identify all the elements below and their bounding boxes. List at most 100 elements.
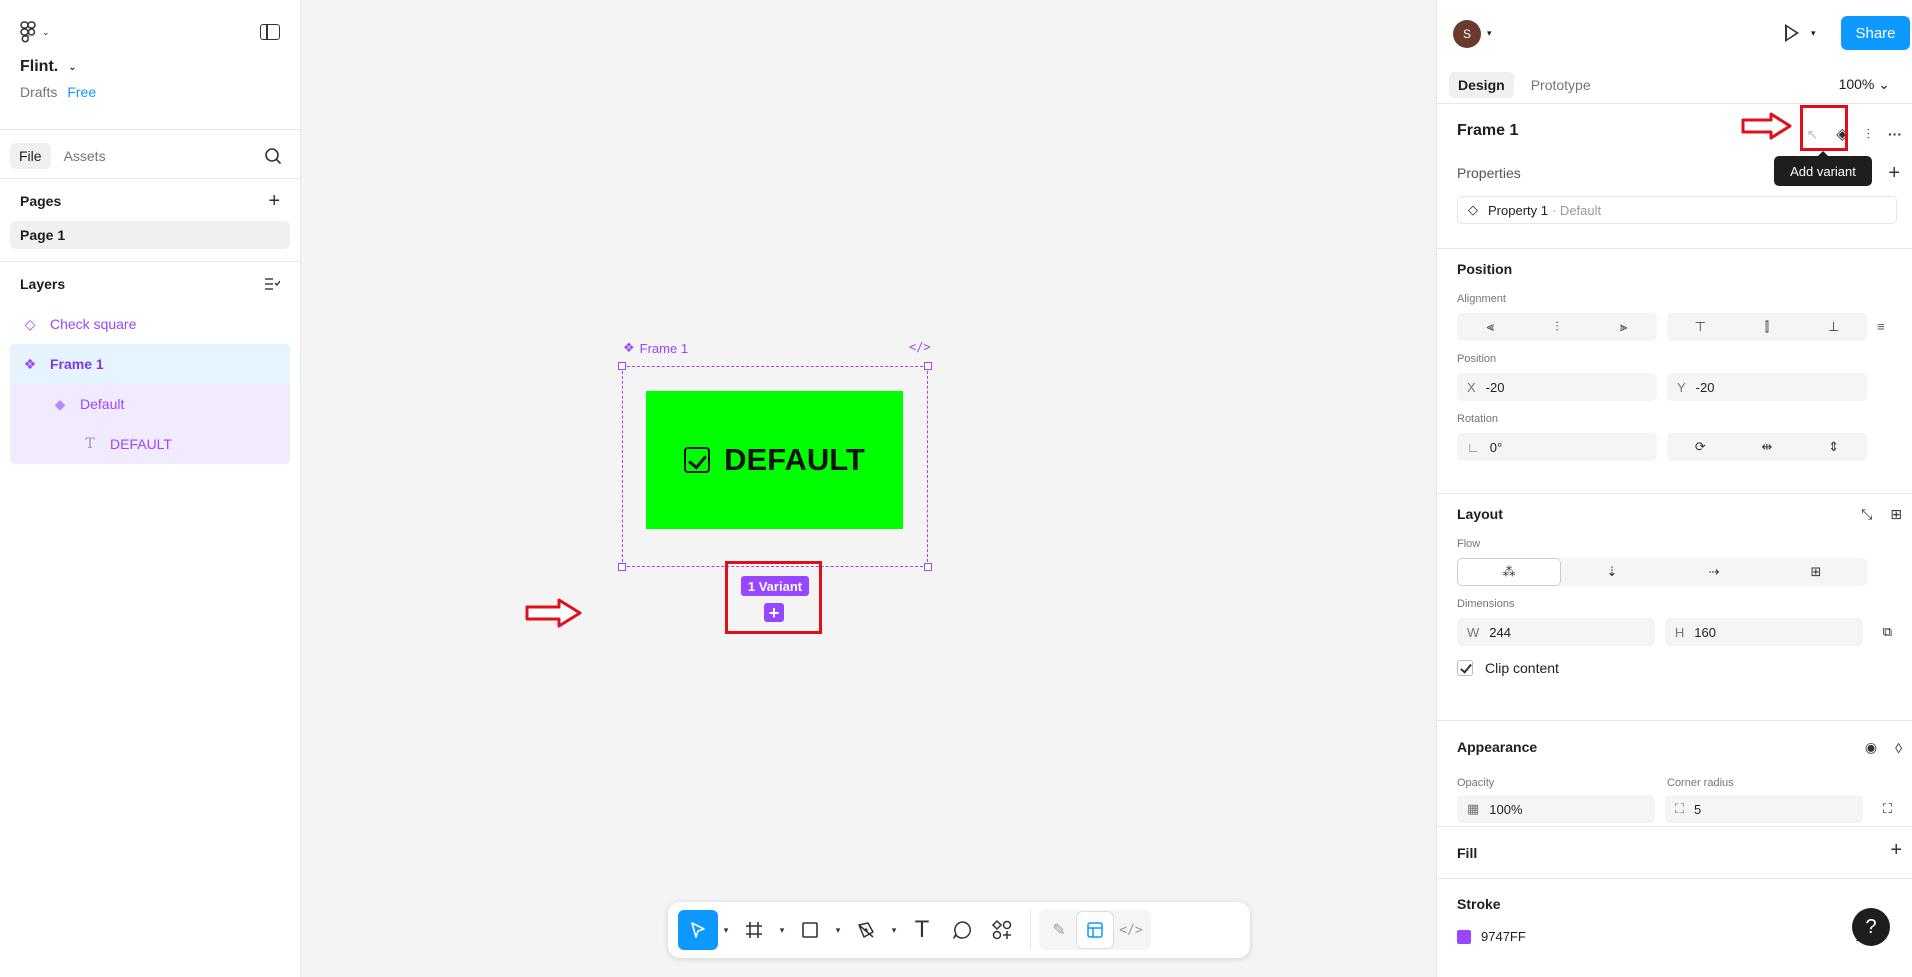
chevron-down-icon[interactable]: ▾ [886, 925, 902, 936]
rotate-icon[interactable]: ⟳ [1667, 433, 1734, 461]
flow-label: Flow [1457, 538, 1481, 550]
add-layout-icon[interactable]: ⊞ [1890, 506, 1902, 523]
dev-mode-icon[interactable]: </> [1113, 912, 1149, 948]
zoom-value: 100% [1838, 76, 1875, 92]
flip-vertical-icon[interactable]: ⇕ [1800, 433, 1867, 461]
play-icon[interactable] [1785, 24, 1799, 42]
divider [0, 261, 300, 262]
dimensions-row: W 244 H 160 ⧉ [1457, 618, 1892, 646]
property-row[interactable]: ◇ Property 1 · Default [1457, 196, 1897, 224]
horizontal-flow-icon[interactable]: ⇢ [1663, 558, 1765, 586]
chevron-down-icon[interactable]: ▾ [718, 925, 734, 936]
opacity-field[interactable]: ▦ 100% [1457, 795, 1655, 823]
pages-header: Pages + [0, 181, 300, 221]
more-icon[interactable]: ··· [1888, 126, 1902, 142]
search-icon[interactable] [264, 147, 282, 165]
stroke-section: Stroke 9747FF 100 [1437, 879, 1912, 944]
layer-check-square[interactable]: ◇ Check square [0, 304, 300, 344]
alignment-label: Alignment [1457, 293, 1506, 305]
clip-checkbox[interactable] [1457, 660, 1473, 676]
add-variant-button[interactable]: + [764, 603, 784, 622]
vertical-flow-icon[interactable]: ⇣ [1561, 558, 1663, 586]
align-left-icon[interactable]: ⫷ [1457, 313, 1524, 341]
adjust-icon[interactable]: ⫶ [1867, 126, 1871, 143]
tab-prototype[interactable]: Prototype [1522, 72, 1600, 98]
drafts-link[interactable]: Drafts [20, 84, 57, 100]
x-field[interactable]: X -20 [1457, 373, 1657, 401]
stroke-row[interactable]: 9747FF 100 [1457, 929, 1877, 944]
rotation-label: Rotation [1457, 413, 1498, 425]
chevron-down-icon[interactable]: ▾ [830, 925, 846, 936]
move-tool-icon[interactable] [678, 910, 718, 950]
canvas[interactable]: ❖ Frame 1 </> DEFAULT 1 Variant + ▾ ▾ ▾ [301, 0, 1436, 977]
chevron-down-icon[interactable]: ▾ [1487, 28, 1492, 39]
stroke-hex[interactable]: 9747FF [1481, 929, 1526, 944]
align-center-h-icon[interactable]: ⫶ [1524, 313, 1591, 341]
constrain-icon[interactable]: ⧉ [1883, 618, 1892, 646]
resize-handle[interactable] [924, 563, 932, 571]
add-page-icon[interactable]: + [268, 190, 280, 213]
resize-handle[interactable] [618, 362, 626, 370]
h-value: 160 [1694, 624, 1716, 640]
layer-default-text[interactable]: T DEFAULT [10, 424, 290, 464]
frame-label-text: Frame 1 [639, 340, 689, 356]
freeform-icon[interactable]: ⁂ [1457, 558, 1561, 586]
zoom-dropdown[interactable]: 100% ⌄ [1839, 76, 1890, 93]
height-field[interactable]: H 160 [1664, 618, 1863, 646]
align-bottom-icon[interactable]: ⊥ [1800, 313, 1867, 341]
independent-corners-icon[interactable]: ⛶ [1883, 795, 1892, 823]
page-item[interactable]: Page 1 [10, 221, 290, 249]
sidebar-toggle-icon[interactable] [260, 24, 280, 40]
design-mode-icon[interactable] [1077, 912, 1113, 948]
clip-content-row[interactable]: Clip content [1457, 660, 1892, 676]
pen-tool-icon[interactable] [846, 910, 886, 950]
share-button[interactable]: Share [1841, 16, 1910, 50]
project-name[interactable]: Flint. ⌄ [20, 58, 280, 76]
align-top-icon[interactable]: ⊤ [1667, 313, 1734, 341]
eye-icon[interactable]: ◉ [1865, 739, 1877, 756]
actions-icon[interactable] [982, 910, 1022, 950]
y-field[interactable]: Y -20 [1667, 373, 1867, 401]
add-property-icon[interactable]: + [1888, 162, 1900, 185]
avatar[interactable]: S [1453, 20, 1481, 48]
chevron-down-icon[interactable]: ▾ [1811, 28, 1816, 39]
layer-list-icon[interactable] [264, 277, 280, 291]
flip-horizontal-icon[interactable]: ⇹ [1734, 433, 1801, 461]
add-fill-icon[interactable]: + [1890, 839, 1902, 862]
draw-mode-icon[interactable]: ✎ [1041, 912, 1077, 948]
variant-count-badge[interactable]: 1 Variant [741, 576, 809, 596]
align-right-icon[interactable]: ⫸ [1590, 313, 1657, 341]
frame-label[interactable]: ❖ Frame 1 [623, 340, 688, 356]
tab-design[interactable]: Design [1449, 71, 1514, 98]
text-tool-icon[interactable]: T [902, 910, 942, 950]
y-value: -20 [1695, 379, 1715, 395]
frame-title[interactable]: Frame 1 [1457, 122, 1518, 140]
stroke-swatch[interactable] [1457, 929, 1471, 944]
help-button[interactable]: ? [1852, 908, 1890, 946]
rotation-field[interactable]: ∟ 0° [1457, 433, 1657, 461]
drop-icon[interactable]: ◊ [1895, 740, 1902, 756]
grid-flow-icon[interactable]: ⊞ [1765, 558, 1867, 586]
resize-handle[interactable] [618, 563, 626, 571]
tab-assets[interactable]: Assets [55, 143, 115, 169]
plan-badge[interactable]: Free [67, 84, 96, 100]
radius-field[interactable]: ⛶ 5 [1664, 795, 1863, 823]
rectangle-tool-icon[interactable] [790, 910, 830, 950]
shrink-icon[interactable]: ⤡ [1861, 506, 1872, 523]
comment-tool-icon[interactable] [942, 910, 982, 950]
align-middle-icon[interactable]: ⫿ [1734, 313, 1801, 341]
component-outline-icon: ◇ [24, 315, 36, 332]
width-field[interactable]: W 244 [1457, 618, 1655, 646]
appearance-title: Appearance [1457, 739, 1538, 755]
resize-handle[interactable] [924, 362, 932, 370]
chevron-down-icon[interactable]: ▾ [774, 925, 790, 936]
project-name-text: Flint. [20, 58, 59, 75]
tab-file[interactable]: File [10, 143, 51, 169]
default-variant[interactable]: DEFAULT [646, 391, 903, 529]
layer-frame-1[interactable]: ❖ Frame 1 [10, 344, 290, 384]
layer-default-variant[interactable]: ◆ Default [10, 384, 290, 424]
code-icon[interactable]: </> [909, 340, 931, 354]
distribute-icon[interactable]: ≡ [1877, 313, 1885, 341]
frame-tool-icon[interactable] [734, 910, 774, 950]
main-menu-button[interactable]: ⌄ [20, 20, 280, 44]
